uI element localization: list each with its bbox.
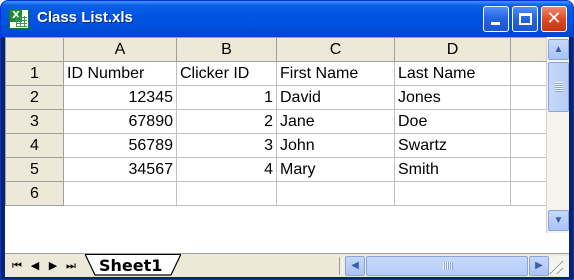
cell-d2[interactable]: Jones [394, 85, 511, 110]
column-header-e[interactable] [510, 37, 547, 62]
chevron-right-icon: ▶ [535, 260, 543, 271]
cell-a1[interactable]: ID Number [63, 61, 177, 86]
first-sheet-icon: ⏮ [12, 259, 22, 272]
row-header-1[interactable]: 1 [5, 61, 64, 86]
next-sheet-icon: ▶ [48, 259, 58, 272]
cell-a4[interactable]: 56789 [63, 133, 177, 158]
cell-c5[interactable]: Mary [276, 157, 395, 182]
column-header-d[interactable]: D [394, 37, 511, 62]
row-header-5[interactable]: 5 [5, 157, 64, 182]
cell-d3[interactable]: Doe [394, 109, 511, 134]
previous-sheet-button[interactable]: ◀ [27, 258, 43, 274]
select-all-corner[interactable] [5, 37, 64, 62]
spreadsheet-window: X Class List.xls ✕ A B [0, 0, 574, 280]
chevron-down-icon: ▼ [553, 215, 564, 226]
table-row: 3 67890 2 Jane Doe [5, 109, 547, 134]
cell-e4[interactable] [510, 133, 547, 158]
horizontal-scrollbar[interactable]: ◀ ▶ [345, 256, 569, 276]
maximize-icon [519, 13, 532, 25]
table-row: 2 12345 1 David Jones [5, 85, 547, 110]
cell-e1[interactable] [510, 61, 547, 86]
cell-d1[interactable]: Last Name [394, 61, 511, 86]
cell-grid: A B C D 1 ID Number Clicker ID First Nam… [5, 37, 547, 206]
column-header-c[interactable]: C [276, 37, 395, 62]
vertical-scrollbar[interactable]: ▲ ▼ [546, 37, 569, 233]
cell-a5[interactable]: 34567 [63, 157, 177, 182]
cell-d4[interactable]: Swartz [394, 133, 511, 158]
cell-b3[interactable]: 2 [176, 109, 277, 134]
scroll-right-button[interactable]: ▶ [529, 256, 549, 276]
cell-c2[interactable]: David [276, 85, 395, 110]
cell-e5[interactable] [510, 157, 547, 182]
scroll-up-button[interactable]: ▲ [548, 39, 569, 60]
first-sheet-button[interactable]: ⏮ [9, 258, 25, 274]
close-icon: ✕ [546, 8, 562, 29]
chevron-up-icon: ▲ [553, 44, 564, 55]
cell-b5[interactable]: 4 [176, 157, 277, 182]
cell-c1[interactable]: First Name [276, 61, 395, 86]
row-header-3[interactable]: 3 [5, 109, 64, 134]
excel-sheet-icon[interactable]: X [9, 9, 29, 29]
scroll-left-button[interactable]: ◀ [345, 256, 365, 276]
cell-b2[interactable]: 1 [176, 85, 277, 110]
vertical-scroll-thumb[interactable] [548, 62, 569, 112]
worksheet-area: A B C D 1 ID Number Clicker ID First Nam… [5, 37, 569, 277]
tab-sheet1-label: Sheet1 [99, 256, 163, 275]
cell-d5[interactable]: Smith [394, 157, 511, 182]
cell-a6[interactable] [63, 181, 177, 206]
table-row: 5 34567 4 Mary Smith [5, 157, 547, 182]
cell-b6[interactable] [176, 181, 277, 206]
maximize-button[interactable] [512, 6, 538, 32]
cell-e6[interactable] [510, 181, 547, 206]
cell-b1[interactable]: Clicker ID [176, 61, 277, 86]
last-sheet-icon: ⏭ [66, 259, 76, 272]
minimize-button[interactable] [483, 6, 509, 32]
thumb-grip [443, 262, 453, 270]
last-sheet-button[interactable]: ⏭ [63, 258, 79, 274]
table-row: 1 ID Number Clicker ID First Name Last N… [5, 61, 547, 86]
column-header-row: A B C D [5, 37, 547, 62]
window-title: Class List.xls [37, 9, 133, 26]
sheet-tab-bar: ⏮ ◀ ▶ ⏭ Sheet1 ◀ ▶ [5, 253, 569, 277]
close-button[interactable]: ✕ [541, 6, 567, 32]
chevron-left-icon: ◀ [351, 260, 359, 271]
cell-a3[interactable]: 67890 [63, 109, 177, 134]
column-header-a[interactable]: A [63, 37, 177, 62]
cell-a2[interactable]: 12345 [63, 85, 177, 110]
scroll-down-button[interactable]: ▼ [548, 210, 569, 231]
table-row: 4 56789 3 John Swartz [5, 133, 547, 158]
next-sheet-button[interactable]: ▶ [45, 258, 61, 274]
table-row: 6 [5, 181, 547, 206]
cell-d6[interactable] [394, 181, 511, 206]
cell-c6[interactable] [276, 181, 395, 206]
cell-e2[interactable] [510, 85, 547, 110]
cell-b4[interactable]: 3 [176, 133, 277, 158]
title-bar[interactable]: X Class List.xls ✕ [1, 1, 573, 37]
cell-c3[interactable]: Jane [276, 109, 395, 134]
previous-sheet-icon: ◀ [30, 259, 40, 272]
row-header-6[interactable]: 6 [5, 181, 64, 206]
cell-e3[interactable] [510, 109, 547, 134]
sheet-grid-glyph [16, 16, 27, 27]
cell-c4[interactable]: John [276, 133, 395, 158]
tab-split-handle[interactable] [339, 257, 343, 275]
thumb-grip [555, 82, 563, 92]
row-header-4[interactable]: 4 [5, 133, 64, 158]
horizontal-scroll-thumb[interactable] [366, 256, 528, 276]
column-header-b[interactable]: B [176, 37, 277, 62]
row-header-2[interactable]: 2 [5, 85, 64, 110]
minimize-icon [491, 22, 500, 25]
